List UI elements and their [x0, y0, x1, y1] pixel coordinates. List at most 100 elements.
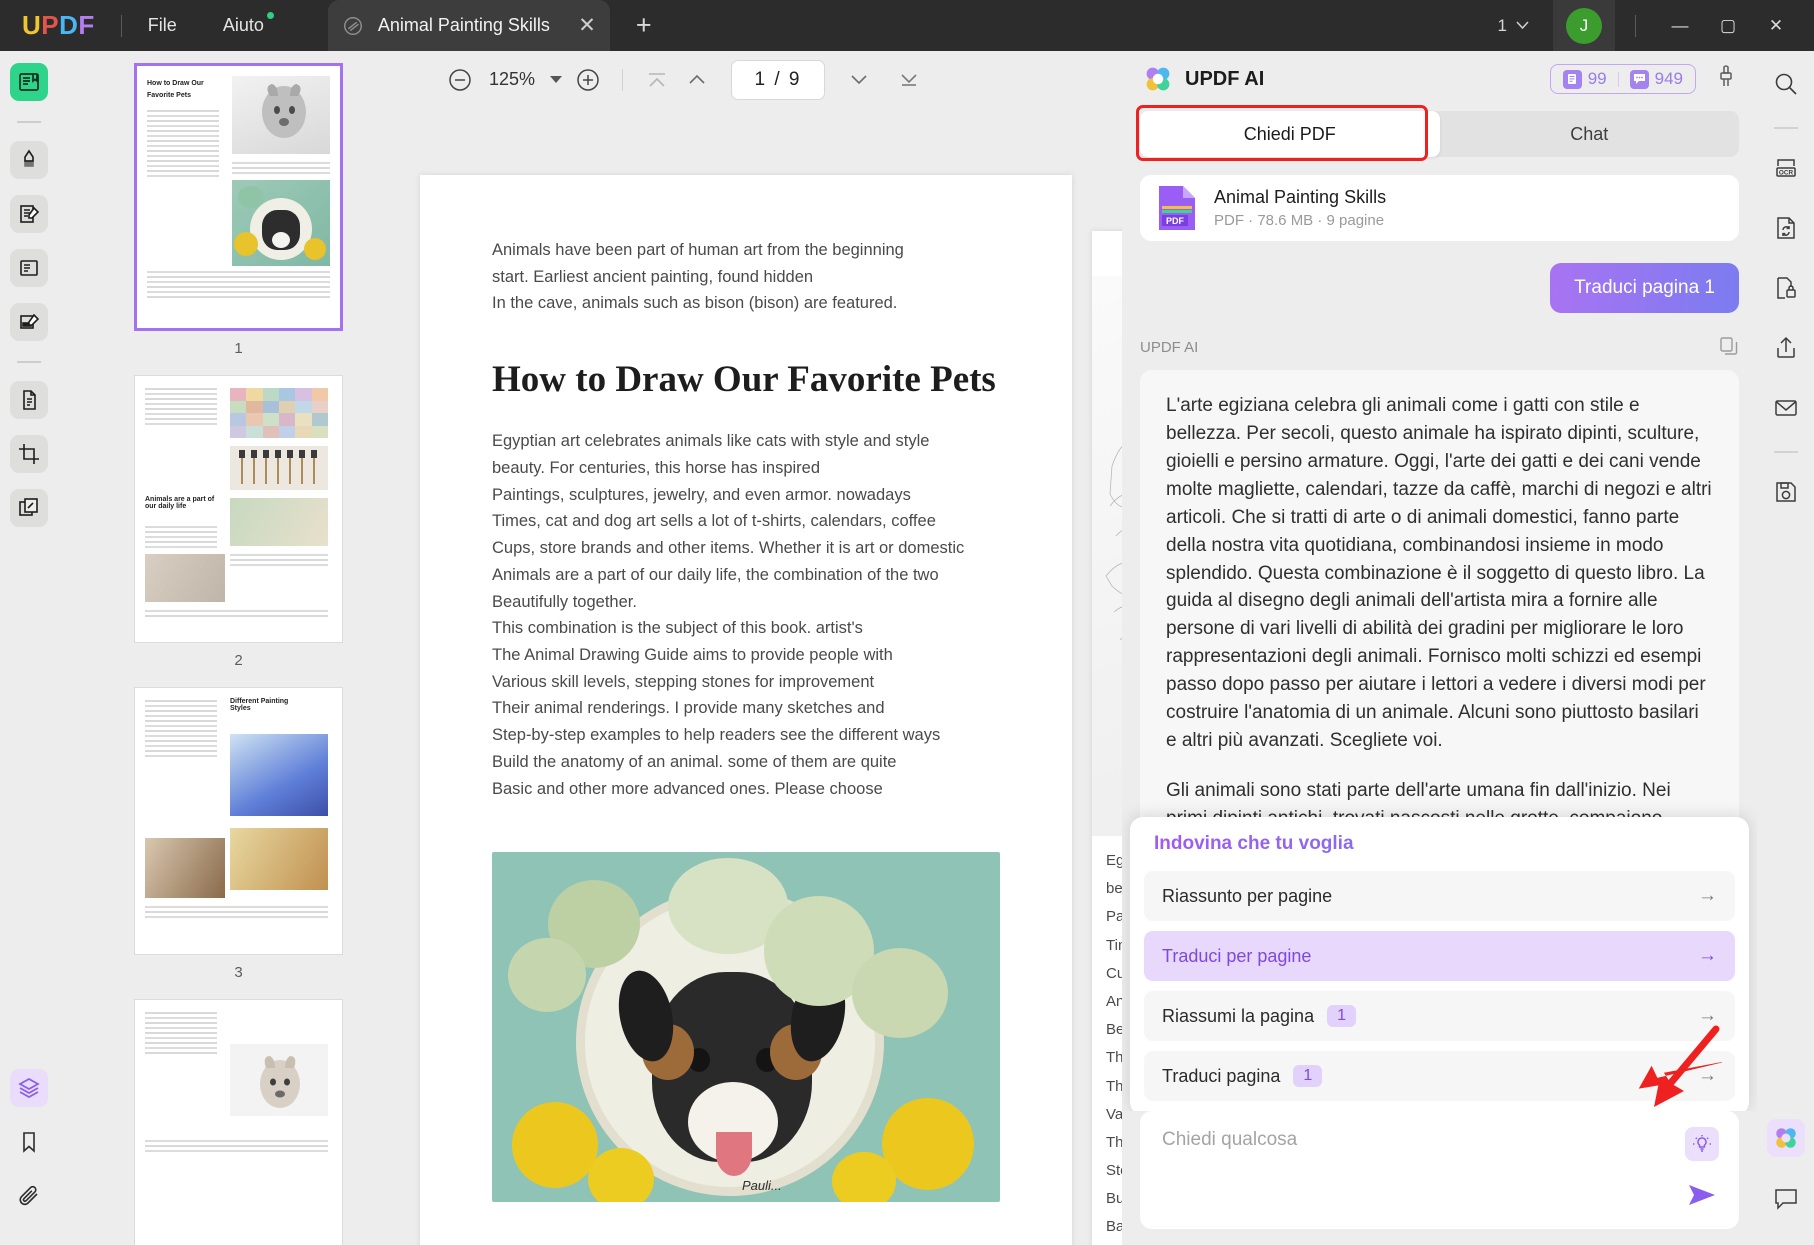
- sidebar-item-convert-tool[interactable]: [1767, 209, 1805, 247]
- suggestion-riassumi-la-pagina[interactable]: Riassumi la pagina 1 →: [1144, 991, 1735, 1041]
- avatar: J: [1566, 7, 1602, 44]
- file-meta: PDF · 78.6 MB · 9 pagine: [1214, 212, 1385, 229]
- document-tab[interactable]: Animal Painting Skills ✕: [327, 0, 610, 51]
- last-page-button[interactable]: [889, 60, 929, 100]
- document-credits-value: 99: [1587, 69, 1607, 88]
- zoom-out-icon: [449, 68, 471, 91]
- sidebar-item-ai-assistant-toggle[interactable]: [1766, 1119, 1805, 1157]
- arrow-right-icon: →: [1698, 1065, 1717, 1086]
- new-tab-button[interactable]: +: [636, 10, 652, 41]
- arrow-right-icon: →: [1698, 945, 1717, 966]
- ocr-icon: OCR: [1775, 159, 1796, 177]
- body-line: Animals are a part of our daily life, th…: [492, 565, 939, 584]
- suggestion-traduci-per-pagine[interactable]: Traduci per pagine →: [1144, 931, 1735, 981]
- close-tab-button[interactable]: ✕: [578, 13, 596, 38]
- sidebar-item-bookmarks-panel[interactable]: [10, 1123, 48, 1161]
- sidebar-item-convert-tool[interactable]: [9, 381, 48, 419]
- updf-ai-flower-icon: [1146, 67, 1170, 91]
- menu-file[interactable]: File: [148, 15, 177, 36]
- divider: [1773, 451, 1798, 453]
- sidebar-item-search-tool[interactable]: [1767, 65, 1805, 103]
- chat-credits-value: 949: [1654, 69, 1683, 88]
- updf-ai-flower-icon: [1775, 1128, 1796, 1148]
- thumbnail-page: [134, 999, 343, 1245]
- suggestion-traduci-pagina[interactable]: Traduci pagina 1 →: [1144, 1051, 1735, 1101]
- sidebar-item-edit-tool[interactable]: [9, 195, 48, 233]
- account-button[interactable]: J: [1553, 0, 1615, 51]
- right-tool-rail: OCR: [1757, 51, 1814, 1245]
- sidebar-item-ocr-tool[interactable]: OCR: [1767, 149, 1805, 187]
- suggestion-riassunto-per-pagine[interactable]: Riassunto per pagine →: [1144, 871, 1735, 921]
- sidebar-item-email-tool[interactable]: [1767, 389, 1805, 427]
- tab-chat[interactable]: Chat: [1440, 111, 1740, 157]
- chat-credits: 949: [1629, 69, 1683, 89]
- first-page-button[interactable]: [637, 60, 677, 100]
- document-page-1[interactable]: Animals have been part of human art from…: [420, 175, 1072, 1245]
- thumbnail-page: How to Draw Our Favorite Pets: [134, 63, 343, 331]
- theme-brush-button[interactable]: [1713, 64, 1739, 95]
- thumb-heading: Animals are a part of our daily life: [145, 496, 215, 510]
- thumbnail-item[interactable]: Animals are a part of our daily life 2: [134, 375, 343, 669]
- chat-badge-icon: [1629, 69, 1649, 89]
- thumbnail-item[interactable]: [134, 999, 343, 1245]
- zoom-dropdown-button[interactable]: [544, 60, 568, 100]
- chat-input[interactable]: [1162, 1129, 1640, 1151]
- previous-page-button[interactable]: [677, 60, 717, 100]
- sidebar-item-form-tool[interactable]: [9, 249, 48, 287]
- pdf-file-icon: PDF: [1159, 186, 1195, 230]
- sidebar-item-highlight-tool[interactable]: [9, 141, 48, 179]
- sidebar-item-layers-panel[interactable]: [9, 1069, 48, 1107]
- copy-icon: [1720, 337, 1738, 355]
- sidebar-item-protect-tool[interactable]: [1767, 269, 1805, 307]
- body-line: The Animal Drawing Guide aims to provide…: [492, 646, 893, 665]
- thumbnail-item[interactable]: Different Painting Styles 3: [134, 687, 343, 981]
- divider: [622, 68, 623, 91]
- sidebar-item-save-tool[interactable]: [1767, 473, 1805, 511]
- intro-line: Animals have been part of human art from…: [492, 241, 904, 259]
- title-bar: U P D F File Aiuto Animal Painting Skill…: [0, 0, 1814, 51]
- assistant-label-row: UPDF AI: [1140, 335, 1739, 360]
- minimize-button[interactable]: —: [1656, 0, 1704, 51]
- titlebar-right: 1 J — ▢ ✕: [1498, 0, 1814, 51]
- lock-document-icon: [1776, 277, 1796, 299]
- divider: [120, 14, 122, 37]
- tab-count-selector[interactable]: 1: [1498, 16, 1529, 36]
- ai-mode-tabs: Chiedi PDF Chat: [1136, 105, 1740, 161]
- sidebar-item-comment-panel[interactable]: [1767, 1179, 1805, 1217]
- sidebar-item-share-tool[interactable]: [1767, 329, 1805, 367]
- document-area: 125% 1 / 9 This The Animals have been pa…: [420, 51, 1632, 1245]
- arrow-right-icon: →: [1698, 1005, 1717, 1026]
- logo-letter-d: D: [59, 10, 79, 40]
- sidebar-item-organize-tool[interactable]: [9, 489, 48, 527]
- send-message-button[interactable]: [1687, 1182, 1717, 1213]
- document-title: How to Draw Our Favorite Pets: [492, 359, 996, 401]
- file-info: Animal Painting Skills PDF · 78.6 MB · 9…: [1214, 187, 1386, 229]
- page-number-input[interactable]: 1 / 9: [731, 59, 825, 100]
- thumbnail-panel[interactable]: How to Draw Our Favorite Pets 1 Animals …: [57, 51, 420, 1245]
- next-page-button[interactable]: [839, 60, 879, 100]
- tab-chiedi-pdf[interactable]: Chiedi PDF: [1140, 111, 1440, 157]
- chevron-down-icon: [1516, 21, 1529, 30]
- attached-file-card[interactable]: PDF Animal Painting Skills PDF · 78.6 MB…: [1140, 175, 1739, 241]
- sidebar-item-reader-tool[interactable]: [9, 63, 48, 101]
- zoom-out-button[interactable]: [440, 60, 480, 100]
- copy-button[interactable]: [1718, 335, 1739, 360]
- thumbnail-item[interactable]: How to Draw Our Favorite Pets 1: [134, 63, 343, 357]
- body-line: Step-by-step examples to help readers se…: [492, 726, 941, 745]
- sidebar-item-crop-tool[interactable]: [9, 435, 48, 473]
- menu-aiuto[interactable]: Aiuto: [223, 12, 274, 36]
- chevron-down-double-icon: [851, 74, 867, 84]
- close-window-button[interactable]: ✕: [1752, 0, 1800, 51]
- suggestions-popup: Indovina che tu voglia Riassunto per pag…: [1130, 817, 1749, 1111]
- sidebar-item-attachments-panel[interactable]: [10, 1177, 48, 1215]
- thumbnail-page: Different Painting Styles: [134, 687, 343, 955]
- ai-credits-badges[interactable]: 99 949: [1549, 64, 1696, 94]
- document-intro: Animals have been part of human art from…: [492, 237, 1000, 317]
- zoom-in-button[interactable]: [568, 60, 608, 100]
- suggestions-toggle-button[interactable]: [1685, 1127, 1719, 1161]
- paperclip-icon: [18, 1185, 38, 1206]
- divider: [1617, 71, 1619, 87]
- sidebar-item-sign-tool[interactable]: [9, 303, 48, 341]
- assistant-label: UPDF AI: [1140, 339, 1199, 356]
- maximize-button[interactable]: ▢: [1704, 0, 1752, 51]
